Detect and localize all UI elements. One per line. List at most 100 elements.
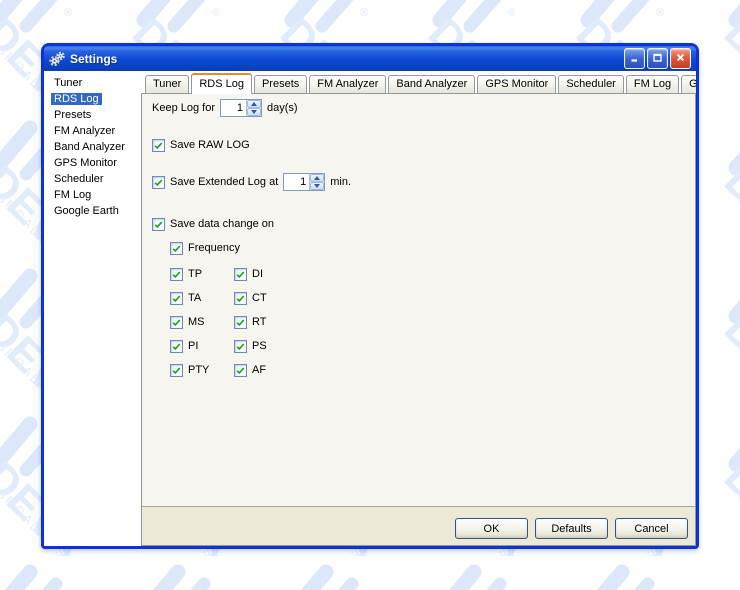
sidebar-item-fm-analyzer[interactable]: FM Analyzer [44, 123, 141, 139]
flag-rt-row: RT [234, 316, 267, 329]
sidebar-item-band-analyzer[interactable]: Band Analyzer [44, 139, 141, 155]
flag-checkbox-pty[interactable] [170, 364, 183, 377]
keep-log-value[interactable]: 1 [221, 100, 246, 116]
frequency-checkbox[interactable] [170, 242, 183, 255]
tab-rds-log[interactable]: RDS Log [191, 73, 252, 94]
flag-checkbox-tp[interactable] [170, 268, 183, 281]
sidebar-item-presets[interactable]: Presets [44, 107, 141, 123]
save-extended-spin-buttons [309, 174, 324, 190]
save-extended-spinner[interactable]: 1 [283, 173, 325, 191]
flag-label-pi[interactable]: PI [188, 340, 198, 352]
save-extended-checkbox[interactable] [152, 176, 165, 189]
sidebar-item-google-earth[interactable]: Google Earth [44, 203, 141, 219]
flag-af-row: AF [234, 364, 267, 377]
close-button[interactable] [670, 48, 691, 69]
arrow-up-icon [314, 176, 320, 180]
flag-checkbox-grid: TP DI TA CT MS RT PI PS PTY AF [170, 262, 267, 382]
sidebar-item-rds-log[interactable]: RDS Log [44, 91, 141, 107]
save-data-change-checkbox[interactable] [152, 218, 165, 231]
flag-label-di[interactable]: DI [252, 268, 263, 280]
sidebar-item-tuner[interactable]: Tuner [44, 75, 141, 91]
flag-label-pty[interactable]: PTY [188, 364, 209, 376]
save-raw-label[interactable]: Save RAW LOG [170, 139, 250, 151]
flag-pi-row: PI [170, 340, 234, 353]
save-extended-value[interactable]: 1 [284, 174, 309, 190]
sidebar-item-fm-log[interactable]: FM Log [44, 187, 141, 203]
sidebar-item-label: FM Log [51, 189, 94, 201]
tab-tuner[interactable]: Tuner [145, 75, 189, 93]
keep-log-label: Keep Log for [152, 102, 215, 114]
tab-gps-monitor[interactable]: GPS Monitor [477, 75, 556, 93]
tab-control: TunerRDS LogPresetsFM AnalyzerBand Analy… [141, 71, 696, 546]
save-extended-row: Save Extended Log at 1 min. [152, 172, 351, 192]
save-raw-checkbox[interactable] [152, 139, 165, 152]
flag-checkbox-pi[interactable] [170, 340, 183, 353]
flag-checkbox-ct[interactable] [234, 292, 247, 305]
flag-checkbox-ms[interactable] [170, 316, 183, 329]
maximize-icon [652, 51, 663, 66]
arrow-up-icon [251, 102, 257, 106]
gears-icon [49, 51, 66, 67]
flag-ps-row: PS [234, 340, 267, 353]
minimize-icon [629, 51, 640, 66]
tab-fm-log[interactable]: FM Log [626, 75, 679, 93]
flag-label-tp[interactable]: TP [188, 268, 202, 280]
flag-ta-row: TA [170, 292, 234, 305]
sidebar-item-label: Tuner [51, 77, 85, 89]
tab-presets[interactable]: Presets [254, 75, 307, 93]
spin-up-button[interactable] [247, 100, 261, 108]
save-extended-label[interactable]: Save Extended Log at [170, 176, 278, 188]
flag-label-ct[interactable]: CT [252, 292, 267, 304]
tab-bar: TunerRDS LogPresetsFM AnalyzerBand Analy… [141, 71, 696, 93]
tab-scheduler[interactable]: Scheduler [558, 75, 624, 93]
keep-log-suffix: day(s) [267, 102, 298, 114]
tab-band-analyzer[interactable]: Band Analyzer [388, 75, 475, 93]
save-extended-suffix: min. [330, 176, 351, 188]
desktop-background: ® DEVA BROADCAST Settings [0, 0, 740, 590]
defaults-button[interactable]: Defaults [535, 518, 608, 539]
footer-bar: OK Defaults Cancel [142, 506, 695, 545]
arrow-down-icon [314, 184, 320, 188]
cancel-button[interactable]: Cancel [615, 518, 688, 539]
sidebar-item-label: FM Analyzer [51, 125, 118, 137]
save-data-change-row: Save data change on [152, 214, 274, 234]
window-controls [624, 48, 691, 69]
spin-up-button[interactable] [310, 174, 324, 182]
flag-checkbox-ta[interactable] [170, 292, 183, 305]
ok-button[interactable]: OK [455, 518, 528, 539]
frequency-label[interactable]: Frequency [188, 242, 240, 254]
save-data-change-label[interactable]: Save data change on [170, 218, 274, 230]
spin-down-button[interactable] [310, 182, 324, 190]
flag-ct-row: CT [234, 292, 267, 305]
maximize-button[interactable] [647, 48, 668, 69]
sidebar: Tuner RDS Log Presets FM Analyzer Band Analy… [44, 71, 141, 546]
sidebar-item-gps-monitor[interactable]: GPS Monitor [44, 155, 141, 171]
keep-log-row: Keep Log for 1 day(s) [152, 98, 298, 118]
flag-label-af[interactable]: AF [252, 364, 266, 376]
keep-log-spinner[interactable]: 1 [220, 99, 262, 117]
flag-di-row: DI [234, 268, 267, 281]
close-icon [675, 51, 686, 66]
minimize-button[interactable] [624, 48, 645, 69]
keep-log-spin-buttons [246, 100, 261, 116]
arrow-down-icon [251, 110, 257, 114]
flag-checkbox-rt[interactable] [234, 316, 247, 329]
flag-label-ta[interactable]: TA [188, 292, 201, 304]
flag-checkbox-ps[interactable] [234, 340, 247, 353]
flag-label-ps[interactable]: PS [252, 340, 267, 352]
flag-checkbox-di[interactable] [234, 268, 247, 281]
settings-window: Settings TunerRDS LogPresetsFM AnalyzerB… [41, 43, 699, 549]
titlebar[interactable]: Settings [44, 46, 696, 71]
flag-tp-row: TP [170, 268, 234, 281]
spin-down-button[interactable] [247, 108, 261, 116]
sidebar-item-label: GPS Monitor [51, 157, 120, 169]
sidebar-item-scheduler[interactable]: Scheduler [44, 171, 141, 187]
flag-checkbox-af[interactable] [234, 364, 247, 377]
flag-label-ms[interactable]: MS [188, 316, 205, 328]
sidebar-item-label: Presets [51, 109, 94, 121]
tab-google-earth[interactable]: Google Earth [681, 75, 699, 93]
tab-fm-analyzer[interactable]: FM Analyzer [309, 75, 386, 93]
flag-pty-row: PTY [170, 364, 234, 377]
flag-ms-row: MS [170, 316, 234, 329]
flag-label-rt[interactable]: RT [252, 316, 266, 328]
